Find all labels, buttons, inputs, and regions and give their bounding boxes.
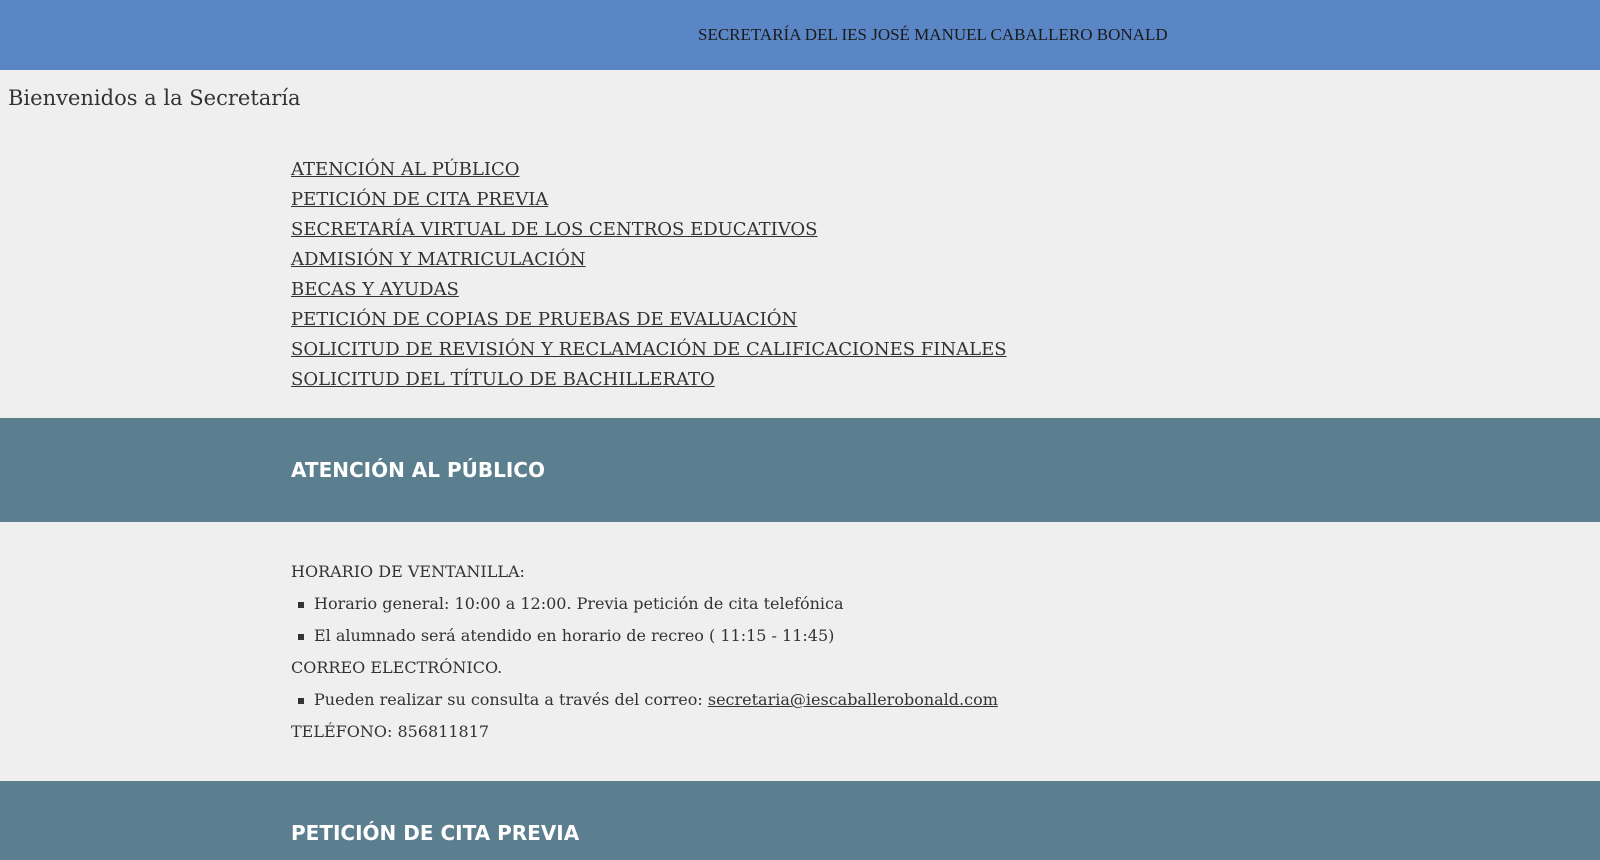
- square-bullet-icon: [298, 602, 304, 608]
- nav-item: ATENCIÓN AL PÚBLICO: [291, 155, 1007, 185]
- nav-item: BECAS Y AYUDAS: [291, 275, 1007, 305]
- horario-general-text: Horario general: 10:00 a 12:00. Previa p…: [314, 594, 844, 613]
- site-title: SECRETARÍA DEL IES JOSÉ MANUEL CABALLERO…: [698, 25, 1168, 44]
- correo-list: Pueden realizar su consulta a través del…: [291, 686, 998, 718]
- nav-item: SOLICITUD DE REVISIÓN Y RECLAMACIÓN DE C…: [291, 335, 1007, 365]
- nav-link-admision-matriculacion[interactable]: ADMISIÓN Y MATRICULACIÓN: [291, 249, 586, 270]
- nav-item: ADMISIÓN Y MATRICULACIÓN: [291, 245, 1007, 275]
- square-bullet-icon: [298, 634, 304, 640]
- nav-link-copias-pruebas[interactable]: PETICIÓN DE COPIAS DE PRUEBAS DE EVALUAC…: [291, 309, 797, 330]
- nav-link-revision-reclamacion[interactable]: SOLICITUD DE REVISIÓN Y RECLAMACIÓN DE C…: [291, 339, 1007, 360]
- horario-list: Horario general: 10:00 a 12:00. Previa p…: [291, 590, 998, 654]
- section-heading-atencion: ATENCIÓN AL PÚBLICO: [291, 458, 545, 482]
- nav-item: SOLICITUD DEL TÍTULO DE BACHILLERATO: [291, 365, 1007, 395]
- section-nav-list: ATENCIÓN AL PÚBLICO PETICIÓN DE CITA PRE…: [291, 155, 1007, 395]
- atencion-info: HORARIO DE VENTANILLA: Horario general: …: [291, 558, 998, 750]
- nav-item: PETICIÓN DE CITA PREVIA: [291, 185, 1007, 215]
- list-item: Horario general: 10:00 a 12:00. Previa p…: [291, 590, 998, 622]
- nav-item: PETICIÓN DE COPIAS DE PRUEBAS DE EVALUAC…: [291, 305, 1007, 335]
- nav-link-secretaria-virtual[interactable]: SECRETARÍA VIRTUAL DE LOS CENTROS EDUCAT…: [291, 219, 817, 240]
- nav-link-cita-previa[interactable]: PETICIÓN DE CITA PREVIA: [291, 189, 548, 210]
- nav-link-atencion-publico[interactable]: ATENCIÓN AL PÚBLICO: [291, 159, 519, 180]
- correo-text: Pueden realizar su consulta a través del…: [314, 690, 708, 709]
- section-band-atencion: ATENCIÓN AL PÚBLICO: [0, 418, 1600, 522]
- telefono-text: TELÉFONO: 856811817: [291, 722, 490, 741]
- section-band-cita: PETICIÓN DE CITA PREVIA: [0, 781, 1600, 860]
- nav-link-titulo-bachillerato[interactable]: SOLICITUD DEL TÍTULO DE BACHILLERATO: [291, 369, 715, 390]
- horario-label: HORARIO DE VENTANILLA:: [291, 562, 525, 581]
- list-item: El alumnado será atendido en horario de …: [291, 622, 998, 654]
- email-link[interactable]: secretaria@iescaballerobonald.com: [708, 690, 998, 709]
- section-heading-cita: PETICIÓN DE CITA PREVIA: [291, 821, 580, 845]
- correo-label: CORREO ELECTRÓNICO.: [291, 658, 503, 677]
- square-bullet-icon: [298, 698, 304, 704]
- nav-link-becas-ayudas[interactable]: BECAS Y AYUDAS: [291, 279, 459, 300]
- welcome-heading: Bienvenidos a la Secretaría: [8, 86, 301, 110]
- nav-item: SECRETARÍA VIRTUAL DE LOS CENTROS EDUCAT…: [291, 215, 1007, 245]
- top-header-bar: SECRETARÍA DEL IES JOSÉ MANUEL CABALLERO…: [0, 0, 1600, 70]
- horario-recreo-text: El alumnado será atendido en horario de …: [314, 626, 835, 645]
- list-item: Pueden realizar su consulta a través del…: [291, 686, 998, 718]
